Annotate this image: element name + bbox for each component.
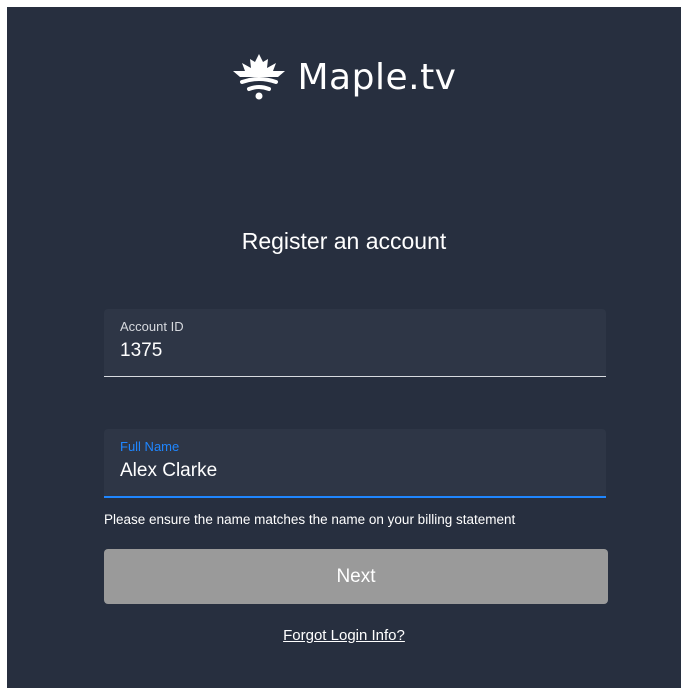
page-title: Register an account bbox=[241, 228, 447, 254]
full-name-label: Full Name bbox=[120, 439, 180, 454]
next-button[interactable]: Next bbox=[104, 549, 608, 604]
brand-name: Maple.tv bbox=[297, 56, 457, 98]
forgot-login-link[interactable]: Forgot Login Info? bbox=[283, 627, 405, 644]
forgot-login-container: Forgot Login Info? bbox=[7, 627, 681, 645]
full-name-input[interactable] bbox=[120, 460, 590, 482]
brand-logo: Maple.tv bbox=[7, 47, 681, 107]
maple-leaf-wifi-icon bbox=[232, 54, 285, 100]
account-id-field[interactable]: Account ID bbox=[104, 309, 606, 377]
account-id-label: Account ID bbox=[120, 319, 184, 334]
full-name-field[interactable]: Full Name bbox=[104, 429, 606, 498]
login-panel: Maple.tv Register an account Account ID … bbox=[7, 7, 681, 688]
full-name-helper-text: Please ensure the name matches the name … bbox=[104, 512, 516, 527]
account-id-input[interactable] bbox=[120, 340, 590, 362]
